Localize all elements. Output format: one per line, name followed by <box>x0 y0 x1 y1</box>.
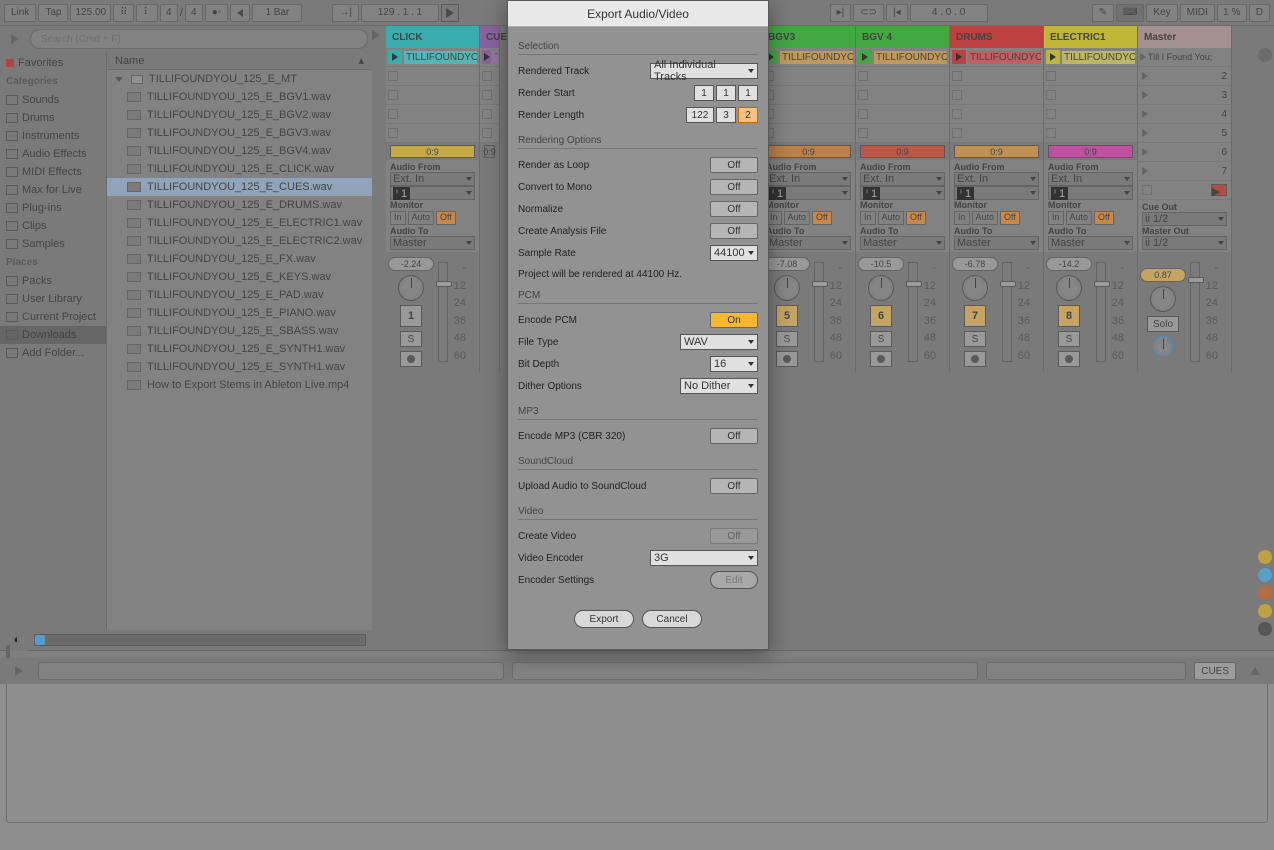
encode-mp3-toggle[interactable]: Off <box>710 428 758 444</box>
bit-depth-label: Bit Depth <box>518 359 710 370</box>
render-length-bars[interactable]: 122 <box>686 107 714 123</box>
export-dialog: Export Audio/Video Selection Rendered Tr… <box>507 0 769 650</box>
render-start-label: Render Start <box>518 88 694 99</box>
render-loop-toggle[interactable]: Off <box>710 157 758 173</box>
encoder-edit-button: Edit <box>710 571 758 589</box>
normalize-label: Normalize <box>518 204 710 215</box>
upload-sc-toggle[interactable]: Off <box>710 478 758 494</box>
render-length-16ths[interactable]: 2 <box>738 107 758 123</box>
bit-depth-select[interactable]: 16 <box>710 356 758 372</box>
section-video: Video <box>518 506 758 520</box>
render-info-text: Project will be rendered at 44100 Hz. <box>518 269 758 280</box>
encode-pcm-toggle[interactable]: On <box>710 312 758 328</box>
cancel-button[interactable]: Cancel <box>642 610 702 628</box>
encode-pcm-label: Encode PCM <box>518 315 710 326</box>
render-length-label: Render Length <box>518 110 686 121</box>
create-analysis-toggle[interactable]: Off <box>710 223 758 239</box>
file-type-select[interactable]: WAV <box>680 334 758 350</box>
sample-rate-select[interactable]: 44100 <box>710 245 758 261</box>
dither-label: Dither Options <box>518 381 680 392</box>
section-rendering: Rendering Options <box>518 135 758 149</box>
render-start-beats[interactable]: 1 <box>716 85 736 101</box>
section-soundcloud: SoundCloud <box>518 456 758 470</box>
create-analysis-label: Create Analysis File <box>518 226 710 237</box>
section-pcm: PCM <box>518 290 758 304</box>
rendered-track-select[interactable]: All Individual Tracks <box>650 63 758 79</box>
render-start-16ths[interactable]: 1 <box>738 85 758 101</box>
create-video-label: Create Video <box>518 531 710 542</box>
encode-mp3-label: Encode MP3 (CBR 320) <box>518 431 710 442</box>
normalize-toggle[interactable]: Off <box>710 201 758 217</box>
upload-sc-label: Upload Audio to SoundCloud <box>518 481 710 492</box>
section-selection: Selection <box>518 41 758 55</box>
convert-mono-toggle[interactable]: Off <box>710 179 758 195</box>
render-loop-label: Render as Loop <box>518 160 710 171</box>
render-start-bars[interactable]: 1 <box>694 85 714 101</box>
convert-mono-label: Convert to Mono <box>518 182 710 193</box>
export-button[interactable]: Export <box>574 610 634 628</box>
section-mp3: MP3 <box>518 406 758 420</box>
dialog-title: Export Audio/Video <box>508 1 768 27</box>
file-type-label: File Type <box>518 337 680 348</box>
dither-select[interactable]: No Dither <box>680 378 758 394</box>
create-video-toggle: Off <box>710 528 758 544</box>
video-encoder-select[interactable]: 3G <box>650 550 758 566</box>
rendered-track-label: Rendered Track <box>518 66 650 77</box>
render-length-beats[interactable]: 3 <box>716 107 736 123</box>
encoder-settings-label: Encoder Settings <box>518 575 710 586</box>
video-encoder-label: Video Encoder <box>518 553 650 564</box>
sample-rate-label: Sample Rate <box>518 248 710 259</box>
